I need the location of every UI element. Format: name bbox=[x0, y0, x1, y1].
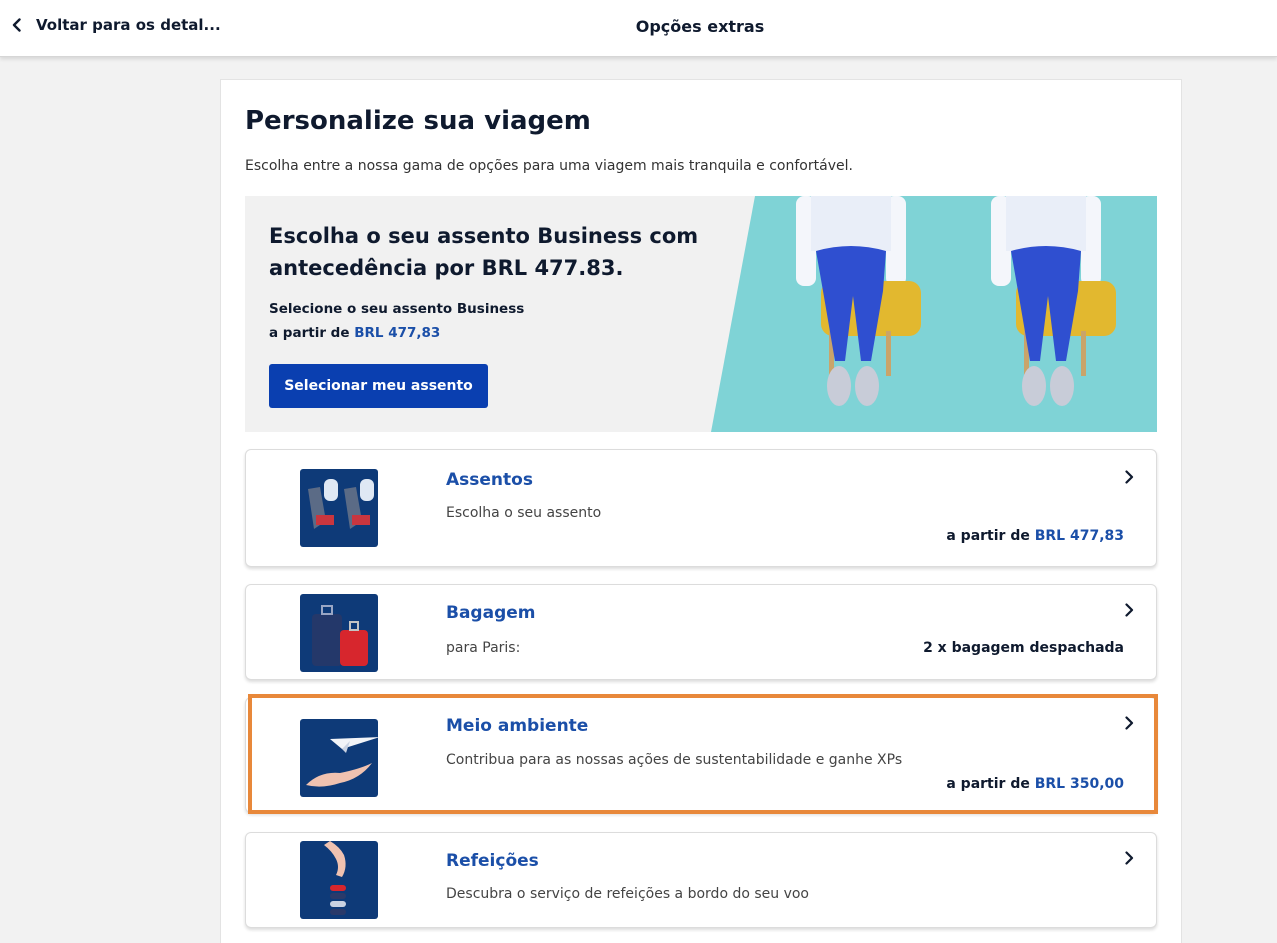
meal-icon bbox=[300, 841, 378, 919]
page-subtitle: Escolha entre a nossa gama de opções par… bbox=[245, 158, 853, 174]
card-price-prefix: a partir de bbox=[946, 528, 1035, 544]
card-title: Assentos bbox=[446, 470, 533, 490]
main-panel: Personalize sua viagem Escolha entre a n… bbox=[220, 79, 1182, 943]
page-title: Personalize sua viagem bbox=[245, 106, 591, 136]
page-header-title: Opções extras bbox=[635, 17, 765, 36]
card-price: a partir de BRL 350,00 bbox=[946, 776, 1124, 792]
chevron-right-icon bbox=[1125, 851, 1134, 865]
paper-plane-icon bbox=[300, 719, 378, 797]
banner-line1: Selecione o seu assento Business bbox=[269, 301, 525, 317]
card-price-value: BRL 350,00 bbox=[1034, 776, 1124, 792]
card-title: Bagagem bbox=[446, 603, 536, 623]
extra-option-card-seats[interactable]: Assentos Escolha o seu assento a partir … bbox=[245, 449, 1157, 567]
chevron-right-icon bbox=[1125, 470, 1134, 484]
chevron-right-icon bbox=[1125, 716, 1134, 730]
card-price: a partir de BRL 477,83 bbox=[946, 528, 1124, 544]
seat-icon bbox=[300, 469, 378, 547]
card-title: Refeições bbox=[446, 851, 539, 871]
banner-price-prefix: a partir de bbox=[269, 325, 355, 341]
top-bar: Voltar para os detal... Opções extras bbox=[0, 0, 1277, 57]
select-seat-button[interactable]: Selecionar meu assento bbox=[269, 364, 488, 408]
banner-price: BRL 477,83 bbox=[354, 325, 441, 341]
card-title: Meio ambiente bbox=[446, 716, 589, 736]
extra-option-card-meals[interactable]: Refeições Descubra o serviço de refeiçõe… bbox=[245, 832, 1157, 928]
extra-option-card-baggage[interactable]: Bagagem para Paris: 2 x bagagem despacha… bbox=[245, 584, 1157, 680]
card-description: Contribua para as nossas ações de susten… bbox=[446, 752, 903, 768]
card-description: Descubra o serviço de refeições a bordo … bbox=[446, 886, 810, 902]
chevron-right-icon bbox=[1125, 603, 1134, 617]
card-description: Escolha o seu assento bbox=[446, 505, 602, 521]
extra-option-card-environment[interactable]: Meio ambiente Contribua para as nossas a… bbox=[245, 697, 1157, 813]
banner-line2: a partir de BRL 477,83 bbox=[269, 325, 440, 341]
baggage-allowance: 2 x bagagem despachada bbox=[923, 640, 1124, 656]
banner-heading: Escolha o seu assento Business com antec… bbox=[269, 224, 699, 280]
luggage-icon bbox=[300, 594, 378, 672]
card-price-value: BRL 477,83 bbox=[1034, 528, 1124, 544]
card-description: para Paris: bbox=[446, 640, 521, 656]
banner-photo bbox=[711, 196, 1157, 432]
business-seat-banner: Escolha o seu assento Business com antec… bbox=[245, 196, 1157, 432]
card-price-prefix: a partir de bbox=[946, 776, 1035, 792]
